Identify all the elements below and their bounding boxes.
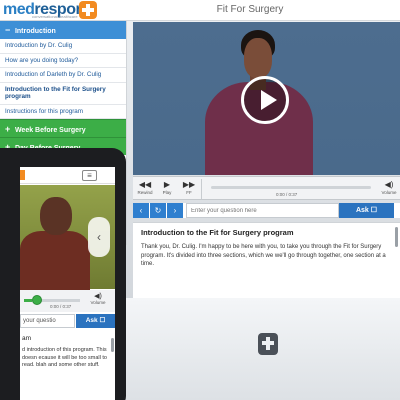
expand-icon: + [5,124,11,134]
brand-logo-icon [20,170,25,180]
chat-bubble-icon: ☐ [370,207,378,214]
progress-bar[interactable] [211,186,371,189]
forward-arrow-icon: › [173,206,177,215]
play-button[interactable]: ▶ Play [157,179,177,199]
presenter-body [20,231,90,291]
volume-label: Volume [381,190,397,195]
volume-button[interactable]: ◀) Volume [86,292,110,305]
presenter-head [40,197,72,235]
transcript-title: am [22,335,32,342]
back-button[interactable]: ‹ [133,203,149,218]
transcript-title: Introduction to the Fit for Surgery prog… [141,228,294,237]
play-icon [261,90,277,110]
app-header: medrespond conversational healthcare Fit… [0,0,400,21]
rewind-label: Rewind [137,190,153,195]
ask-label: Ask [85,317,98,324]
transcript-scrollbar[interactable] [111,338,114,352]
presenter-face [244,38,272,78]
lesson-item[interactable]: Introduction of Darleth by Dr. Culig [0,68,126,83]
ask-button[interactable]: Ask ☐ [76,314,115,328]
section-introduction[interactable]: − Introduction [0,21,126,39]
rewind-icon: ◀◀ [138,180,152,189]
tablet-transcript-panel: am d introduction of this program. This … [20,332,115,400]
video-controls: ◀◀ Rewind ▶ Play ▶▶ FF 0:00 / 0:37 ◀) Vo… [133,176,400,200]
transcript-scrollbar[interactable] [395,227,398,247]
tablet-ask-row: your questio Ask ☐ [20,314,115,328]
collapse-icon: − [5,25,11,35]
back-arrow-icon: ‹ [139,206,143,215]
tablet-screen: ≡ ‹ 0:00 / 0:37 ◀) Volume your questio A… [20,167,115,400]
tablet-video-player[interactable]: ‹ [20,185,115,291]
ask-row: ‹ ↻ › Ask ☐ [133,203,400,218]
ask-button[interactable]: Ask ☐ [339,203,394,218]
volume-label: Volume [90,300,106,305]
question-input[interactable]: your questio [20,314,75,328]
medical-cross-icon [258,333,278,355]
logo-prefix: med [3,1,35,18]
transcript-body: d introduction of this program. This doe… [22,347,107,368]
section-label: Week Before Surgery [14,127,86,134]
speaker-icon: ◀) [384,180,394,189]
chat-bubble-icon: ☐ [99,317,106,324]
tablet-video-controls: 0:00 / 0:37 ◀) Volume [20,290,115,312]
volume-button[interactable]: ◀) Volume [379,179,399,199]
time-readout: 0:00 / 0:37 [50,304,72,309]
play-overlay-button[interactable] [241,76,289,124]
video-player[interactable] [133,22,400,175]
refresh-icon: ↻ [154,206,162,215]
replay-button[interactable]: ↻ [150,203,166,218]
question-input[interactable] [186,203,339,218]
page-title: Fit For Surgery [216,4,284,15]
medical-cross-icon [79,1,97,19]
lesson-item[interactable]: How are you doing today? [0,54,126,68]
rewind-button[interactable]: ◀◀ Rewind [135,179,155,199]
progress-knob[interactable] [32,295,42,305]
section-week-before-surgery[interactable]: + Week Before Surgery [0,119,126,137]
section-label: Introduction [14,28,56,35]
hamburger-menu-icon[interactable]: ≡ [82,170,97,181]
forward-button[interactable]: › [167,203,183,218]
play-label: Play [162,190,172,195]
ask-label: Ask [355,207,369,214]
transcript-body: Thank you, Dr. Culig. I'm happy to be he… [141,244,386,267]
lesson-item-active[interactable]: Introduction to the Fit for Surgery prog… [0,83,126,105]
fast-forward-button[interactable]: ▶▶ FF [179,179,199,199]
lesson-item[interactable]: Instructions for this program [0,105,126,119]
tablet-header: ≡ [20,167,115,184]
play-icon: ▶ [163,180,171,189]
ff-label: FF [186,190,192,195]
lesson-item[interactable]: Introduction by Dr. Culig [0,39,126,54]
fast-forward-icon: ▶▶ [182,180,196,189]
time-readout: 0:00 / 0:37 [276,192,298,197]
divider [201,179,202,199]
chevron-left-icon[interactable]: ‹ [88,217,110,257]
speaker-icon: ◀) [94,293,102,300]
logo-tagline: conversational healthcare [32,14,78,19]
transcript-panel: Introduction to the Fit for Surgery prog… [133,222,400,298]
